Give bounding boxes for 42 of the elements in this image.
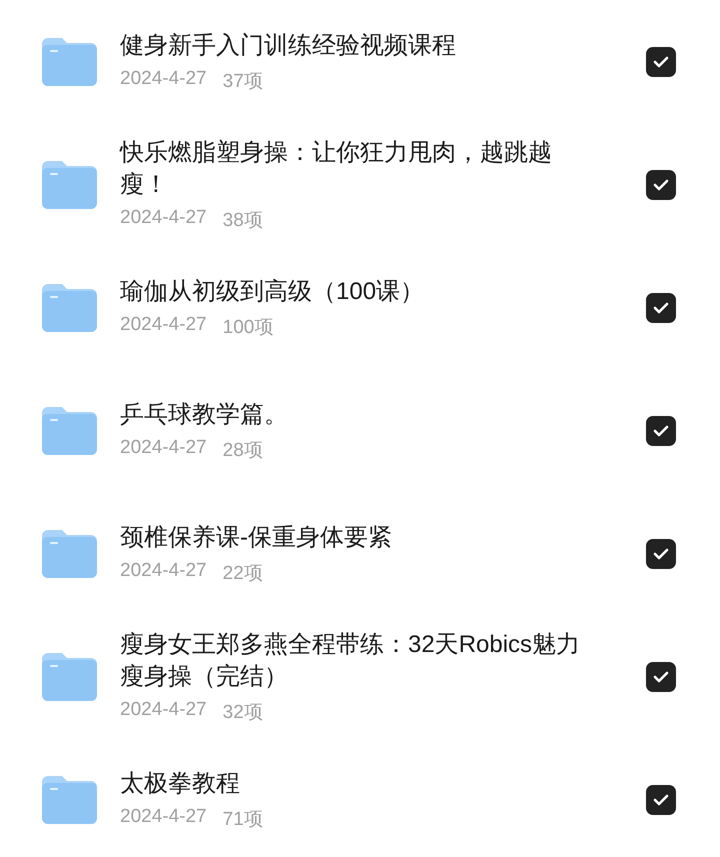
folder-icon bbox=[42, 652, 97, 700]
folder-title: 瑜伽从初级到高级（100课） bbox=[120, 276, 426, 306]
date-text: 2024-4-27 bbox=[120, 436, 207, 460]
checkbox[interactable] bbox=[646, 170, 676, 200]
folder-title: 太极拳教程 bbox=[120, 768, 241, 798]
date-text: 2024-4-27 bbox=[120, 560, 207, 582]
folder-icon bbox=[42, 530, 97, 578]
folder-title: 乒乓球教学篇。 bbox=[120, 400, 289, 430]
check-icon bbox=[653, 670, 669, 682]
item-count: 100项 bbox=[222, 316, 274, 340]
item-count: 32项 bbox=[222, 700, 263, 724]
folder-icon bbox=[42, 284, 97, 332]
checkbox[interactable] bbox=[646, 662, 676, 692]
checkbox[interactable] bbox=[646, 46, 676, 76]
check-icon bbox=[653, 178, 669, 190]
date-text: 2024-4-27 bbox=[120, 314, 207, 336]
folder-icon bbox=[42, 406, 97, 454]
item-count: 28项 bbox=[222, 438, 263, 462]
check-icon bbox=[653, 548, 669, 560]
item-count: 38项 bbox=[222, 208, 263, 232]
folder-title: 瘦身女王郑多燕全程带练：32天Robics魅力瘦身操（完结） bbox=[120, 630, 582, 692]
date-text: 2024-4-27 bbox=[120, 68, 207, 90]
checkbox[interactable] bbox=[646, 538, 676, 568]
checkbox[interactable] bbox=[646, 416, 676, 446]
folder-title: 健身新手入门训练经验视频课程 bbox=[120, 30, 457, 60]
folder-icon bbox=[42, 160, 97, 208]
checkbox[interactable] bbox=[646, 292, 676, 322]
checkbox[interactable] bbox=[646, 784, 676, 814]
folder-icon bbox=[42, 38, 97, 86]
check-icon bbox=[653, 302, 669, 314]
check-icon bbox=[653, 56, 669, 68]
folder-icon bbox=[42, 776, 97, 824]
date-text: 2024-4-27 bbox=[120, 206, 207, 230]
folder-title: 快乐燃脂塑身操：让你狂力甩肉，越跳越瘦！ bbox=[120, 138, 553, 200]
item-count: 71项 bbox=[222, 808, 263, 832]
folder-title: 颈椎保养课-保重身体要紧 bbox=[120, 522, 393, 552]
item-count: 37项 bbox=[222, 70, 263, 94]
date-text: 2024-4-27 bbox=[120, 698, 207, 722]
check-icon bbox=[653, 794, 669, 806]
item-count: 22项 bbox=[222, 562, 263, 586]
check-icon bbox=[653, 424, 669, 436]
date-text: 2024-4-27 bbox=[120, 806, 207, 828]
